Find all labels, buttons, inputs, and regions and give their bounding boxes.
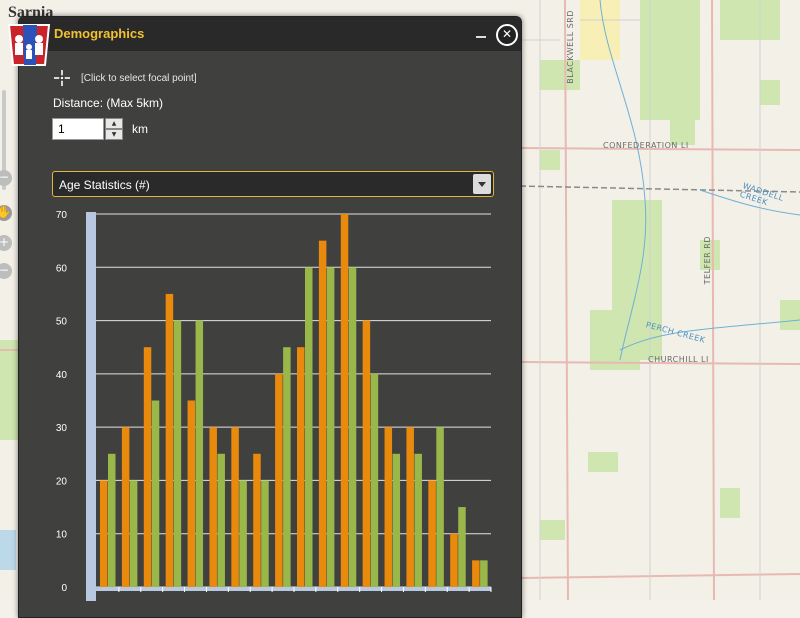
chart-bar[interactable] xyxy=(450,533,458,587)
y-tick-label: 70 xyxy=(56,210,68,221)
chart-bar[interactable] xyxy=(253,453,261,587)
y-tick-label: 60 xyxy=(56,263,68,274)
chart-bar[interactable] xyxy=(275,373,283,587)
map-nav-controls: − ✋ + − xyxy=(0,60,14,300)
chart-bar[interactable] xyxy=(458,507,466,587)
y-tick-label: 20 xyxy=(56,476,68,487)
chart-bar[interactable] xyxy=(392,453,401,587)
chart-bar[interactable] xyxy=(173,320,182,587)
age-statistics-chart: 0 10 20 30 40 50 60 70 xyxy=(56,210,492,601)
chart-bar[interactable] xyxy=(384,427,393,587)
chart-bar[interactable] xyxy=(143,347,152,587)
y-tick-label: 0 xyxy=(61,583,67,594)
y-tick-label: 50 xyxy=(56,317,68,328)
map-road-label: CONFEDERATION LI xyxy=(603,141,689,150)
chart-bar[interactable] xyxy=(340,214,349,587)
map-road-label: BLACKWELL SRD xyxy=(566,10,575,84)
chart-bar[interactable] xyxy=(187,400,196,588)
chart-bar[interactable] xyxy=(362,320,371,587)
y-axis-bar xyxy=(86,212,96,601)
y-tick-label: 30 xyxy=(56,423,68,434)
chart-bar[interactable] xyxy=(472,560,480,587)
chart-bar[interactable] xyxy=(121,427,130,587)
chart-bar[interactable] xyxy=(231,427,239,587)
chart-bar[interactable] xyxy=(436,427,444,587)
chart-bar[interactable] xyxy=(129,480,138,587)
chart-bar[interactable] xyxy=(480,560,488,587)
chart-bar[interactable] xyxy=(318,240,327,587)
chart-bar[interactable] xyxy=(239,480,247,587)
zoom-out-icon[interactable]: − xyxy=(0,263,12,279)
y-tick-label: 40 xyxy=(56,370,68,381)
chart-bar[interactable] xyxy=(195,320,204,587)
chart-bar[interactable] xyxy=(283,347,291,587)
chart-bar[interactable] xyxy=(348,267,357,587)
y-tick-label: 10 xyxy=(56,530,68,541)
chart-bar[interactable] xyxy=(217,453,225,587)
chart-bar[interactable] xyxy=(297,347,305,587)
chart-bar[interactable] xyxy=(209,427,217,587)
map-road-label: CHURCHILL LI xyxy=(648,355,709,364)
map-road-label: TELFER RD xyxy=(703,236,712,285)
chart-bar[interactable] xyxy=(151,400,160,588)
chart-bar[interactable] xyxy=(414,453,422,587)
chart-bar[interactable] xyxy=(261,480,269,587)
zoom-out-icon[interactable]: − xyxy=(0,170,12,186)
chart-bar[interactable] xyxy=(428,480,436,587)
demographics-panel: Demographics ✕ [Click to select focal po… xyxy=(7,16,522,618)
chart-bar[interactable] xyxy=(165,293,174,587)
chart-bar[interactable] xyxy=(370,373,379,587)
chart-bar[interactable] xyxy=(305,267,313,587)
chart-bar[interactable] xyxy=(326,267,335,587)
pan-hand-icon[interactable]: ✋ xyxy=(0,205,12,221)
chart-bar[interactable] xyxy=(406,427,414,587)
chart-bar[interactable] xyxy=(100,480,108,587)
chart-bar[interactable] xyxy=(108,453,116,587)
zoom-in-icon[interactable]: + xyxy=(0,235,12,251)
